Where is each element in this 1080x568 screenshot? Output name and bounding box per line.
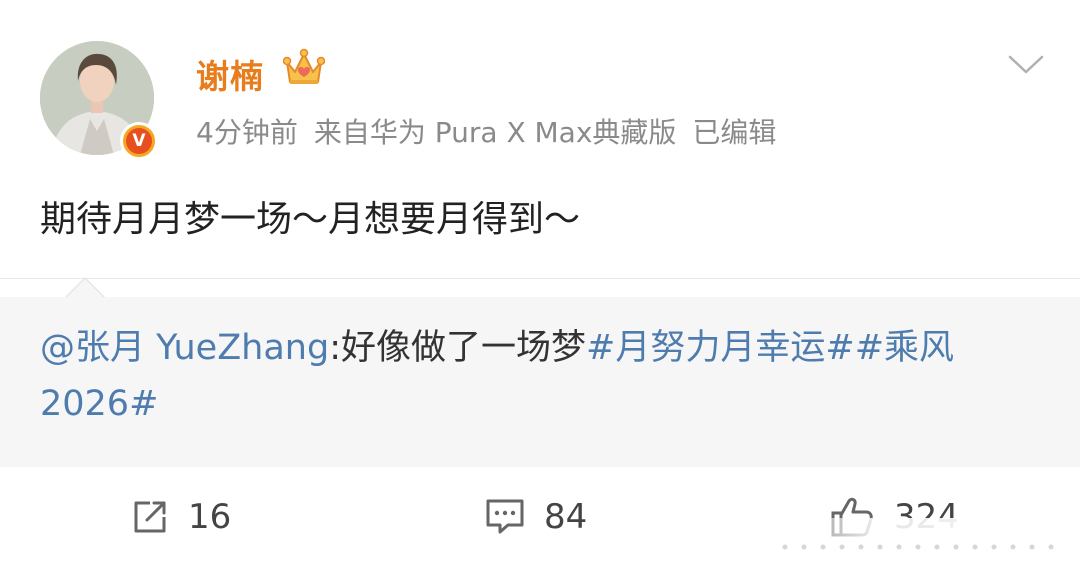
comment-count: 84 [544,497,588,537]
divider [0,278,1080,279]
hashtag-link-1[interactable]: #月努力月幸运# [586,328,855,368]
verified-badge-icon: V [120,122,158,160]
post-source[interactable]: 来自华为 Pura X Max典藏版 [314,116,677,149]
crown-icon [283,48,325,84]
post-edited[interactable]: 已编辑 [692,116,776,149]
repost-notch [66,279,104,298]
share-button[interactable]: 16 [130,490,231,544]
repost-body: 好像做了一场梦 [341,328,587,368]
repost-colon: : [329,328,342,368]
repost-text: @张月 YueZhang:好像做了一场梦#月努力月幸运##乘风 2026# [40,320,1040,432]
comment-button[interactable]: 84 [484,490,587,544]
comment-icon [486,499,524,534]
share-icon [134,501,166,533]
post-text: 期待月月梦一场～月想要月得到～ [40,199,581,240]
share-count: 16 [188,497,232,537]
repost-mention-link[interactable]: @张月 YueZhang [40,328,329,368]
username[interactable]: 谢楠 [196,50,264,98]
post-time: 4分钟前 [196,116,298,149]
post-meta: 4分钟前 来自华为 Pura X Max典藏版 已编辑 [196,111,792,151]
avatar-container[interactable]: V [0,0,200,200]
watermark-dots-icon [782,544,1054,550]
chevron-down-icon[interactable] [1008,54,1044,76]
